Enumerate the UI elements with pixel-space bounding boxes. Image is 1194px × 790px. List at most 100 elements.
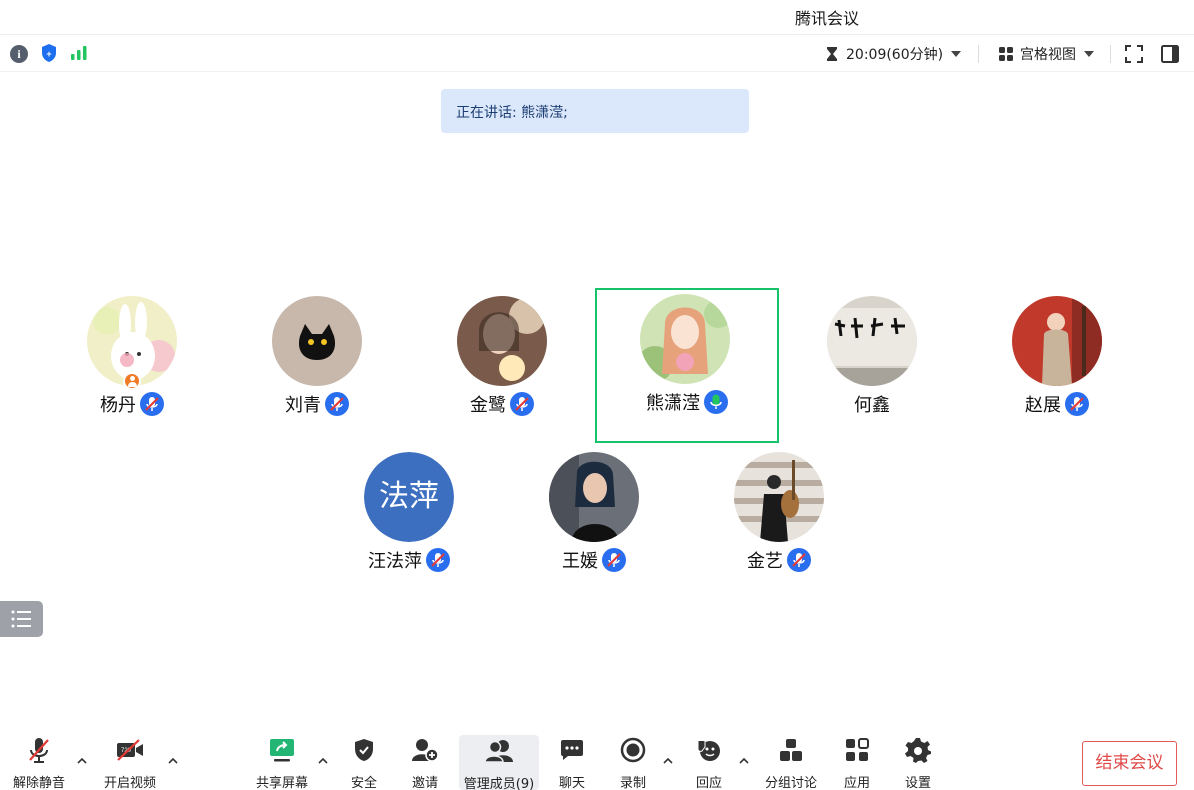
share-screen-button[interactable]: 共享屏幕 <box>252 734 312 790</box>
window-title: 腾讯会议 <box>795 9 860 28</box>
participant-tile[interactable]: 法萍 汪法萍 <box>319 446 499 596</box>
invite-label: 邀请 <box>411 776 438 790</box>
window-titlebar: 腾讯会议 <box>0 0 1194 34</box>
video-off-icon: 720 <box>117 739 143 761</box>
breakout-button[interactable]: 分组讨论 <box>762 734 820 790</box>
apps-grid-icon <box>846 738 869 761</box>
security-label: 安全 <box>350 776 377 790</box>
fullscreen-icon[interactable] <box>1124 44 1144 64</box>
settings-label: 设置 <box>904 776 931 790</box>
participant-tile[interactable]: 何鑫 <box>782 290 962 440</box>
reaction-hand-icon <box>697 741 720 761</box>
mic-muted-icon <box>510 392 534 416</box>
chevron-up-icon[interactable] <box>75 754 89 768</box>
start-video-label: 开启视频 <box>103 776 156 790</box>
end-meeting-button[interactable]: 结束会议 <box>1082 741 1177 786</box>
photo-avatar <box>1012 296 1102 386</box>
participant-tile-active[interactable]: 熊潇滢 <box>595 288 779 443</box>
record-icon <box>620 737 646 763</box>
participant-name: 赵展 <box>1025 395 1061 416</box>
timer-text: 20:09(60分钟) <box>846 47 944 63</box>
apps-label: 应用 <box>843 776 870 790</box>
speaking-names: 熊潇滢; <box>521 105 568 121</box>
unmute-button[interactable]: 解除静音 <box>10 734 68 790</box>
chat-icon <box>561 740 583 760</box>
participant-name: 刘青 <box>285 395 321 416</box>
bottom-toolbar: 解除静音 720 开启视频 共享屏幕 <box>0 728 1194 790</box>
start-video-button[interactable]: 720 开启视频 <box>100 734 160 790</box>
mic-speaking-icon <box>704 390 728 414</box>
members-icon <box>484 740 513 763</box>
chevron-down-icon <box>951 51 962 57</box>
security-button[interactable]: 安全 <box>343 734 385 790</box>
chevron-down-icon <box>1084 51 1094 57</box>
speaking-label: 正在讲话: <box>456 105 517 121</box>
breakout-label: 分组讨论 <box>764 776 817 790</box>
meeting-timer[interactable]: 20:09(60分钟) <box>826 44 962 64</box>
chat-button[interactable]: 聊天 <box>551 734 593 790</box>
svg-text:+: + <box>46 49 51 59</box>
chevron-up-icon[interactable] <box>166 754 180 768</box>
participant-name: 金鹭 <box>470 395 506 416</box>
divider <box>978 45 979 63</box>
mic-muted-icon <box>426 548 450 572</box>
list-icon <box>11 610 31 628</box>
record-label: 录制 <box>619 776 646 790</box>
avatar-initials: 法萍 <box>364 452 454 542</box>
apps-button[interactable]: 应用 <box>836 734 878 790</box>
invite-button[interactable]: 邀请 <box>404 734 446 790</box>
participant-tile[interactable]: 金鹭 <box>412 290 592 440</box>
mic-muted-icon <box>1065 392 1089 416</box>
side-panel-icon[interactable] <box>1160 44 1180 64</box>
mic-muted-icon <box>140 392 164 416</box>
status-bar: i + 20:09(60分钟) 宫格视图 <box>0 34 1194 72</box>
photo-avatar <box>457 296 547 386</box>
view-mode-label: 宫格视图 <box>1020 47 1076 63</box>
participant-name: 熊潇滢 <box>646 393 700 414</box>
illustration-avatar <box>640 294 730 384</box>
photo-avatar <box>734 452 824 542</box>
member-list-toggle[interactable] <box>0 601 43 637</box>
speaking-indicator: 正在讲话: 熊潇滢; <box>441 89 749 133</box>
breakout-rooms-icon <box>780 739 802 761</box>
participant-tile[interactable]: 王媛 <box>504 446 684 596</box>
participant-name: 金艺 <box>747 551 783 572</box>
participant-tile[interactable]: 赵展 <box>967 290 1147 440</box>
black-cat-avatar <box>272 296 362 386</box>
participant-name: 汪法萍 <box>368 551 422 572</box>
info-icon[interactable]: i <box>10 45 28 63</box>
signal-icon[interactable] <box>70 45 88 61</box>
participant-tile[interactable]: 金艺 <box>689 446 869 596</box>
view-mode-dropdown[interactable]: 宫格视图 <box>998 44 1094 64</box>
participant-tile[interactable]: 刘青 <box>227 290 407 440</box>
mic-muted-icon <box>787 548 811 572</box>
mic-off-icon <box>29 738 49 763</box>
share-screen-label: 共享屏幕 <box>255 776 308 790</box>
participant-tile[interactable]: 杨丹 <box>42 290 222 440</box>
gear-icon <box>905 738 931 763</box>
chevron-up-icon[interactable] <box>661 754 675 768</box>
chat-label: 聊天 <box>558 776 585 790</box>
chevron-up-icon[interactable] <box>737 754 751 768</box>
host-badge-icon <box>123 372 141 390</box>
reactions-button[interactable]: 回应 <box>688 734 730 790</box>
grid-view-icon <box>999 47 1013 61</box>
add-user-icon <box>412 739 439 762</box>
unmute-label: 解除静音 <box>12 776 65 790</box>
shield-check-icon <box>355 739 373 761</box>
participant-name: 王媛 <box>562 551 598 572</box>
record-button[interactable]: 录制 <box>612 734 654 790</box>
settings-button[interactable]: 设置 <box>897 734 939 790</box>
manage-members-button[interactable]: 管理成员(9) <box>459 735 539 790</box>
hourglass-icon <box>827 47 837 61</box>
share-screen-icon <box>270 739 294 762</box>
manage-members-label: 管理成员(9) <box>463 777 535 790</box>
reactions-label: 回应 <box>695 776 722 790</box>
initials-avatar: 法萍 <box>364 452 454 542</box>
calligraphy-avatar <box>827 296 917 386</box>
divider <box>1110 45 1111 63</box>
participant-name: 何鑫 <box>854 395 890 416</box>
photo-avatar <box>549 452 639 542</box>
chevron-up-icon[interactable] <box>316 754 330 768</box>
shield-icon[interactable]: + <box>40 43 58 63</box>
